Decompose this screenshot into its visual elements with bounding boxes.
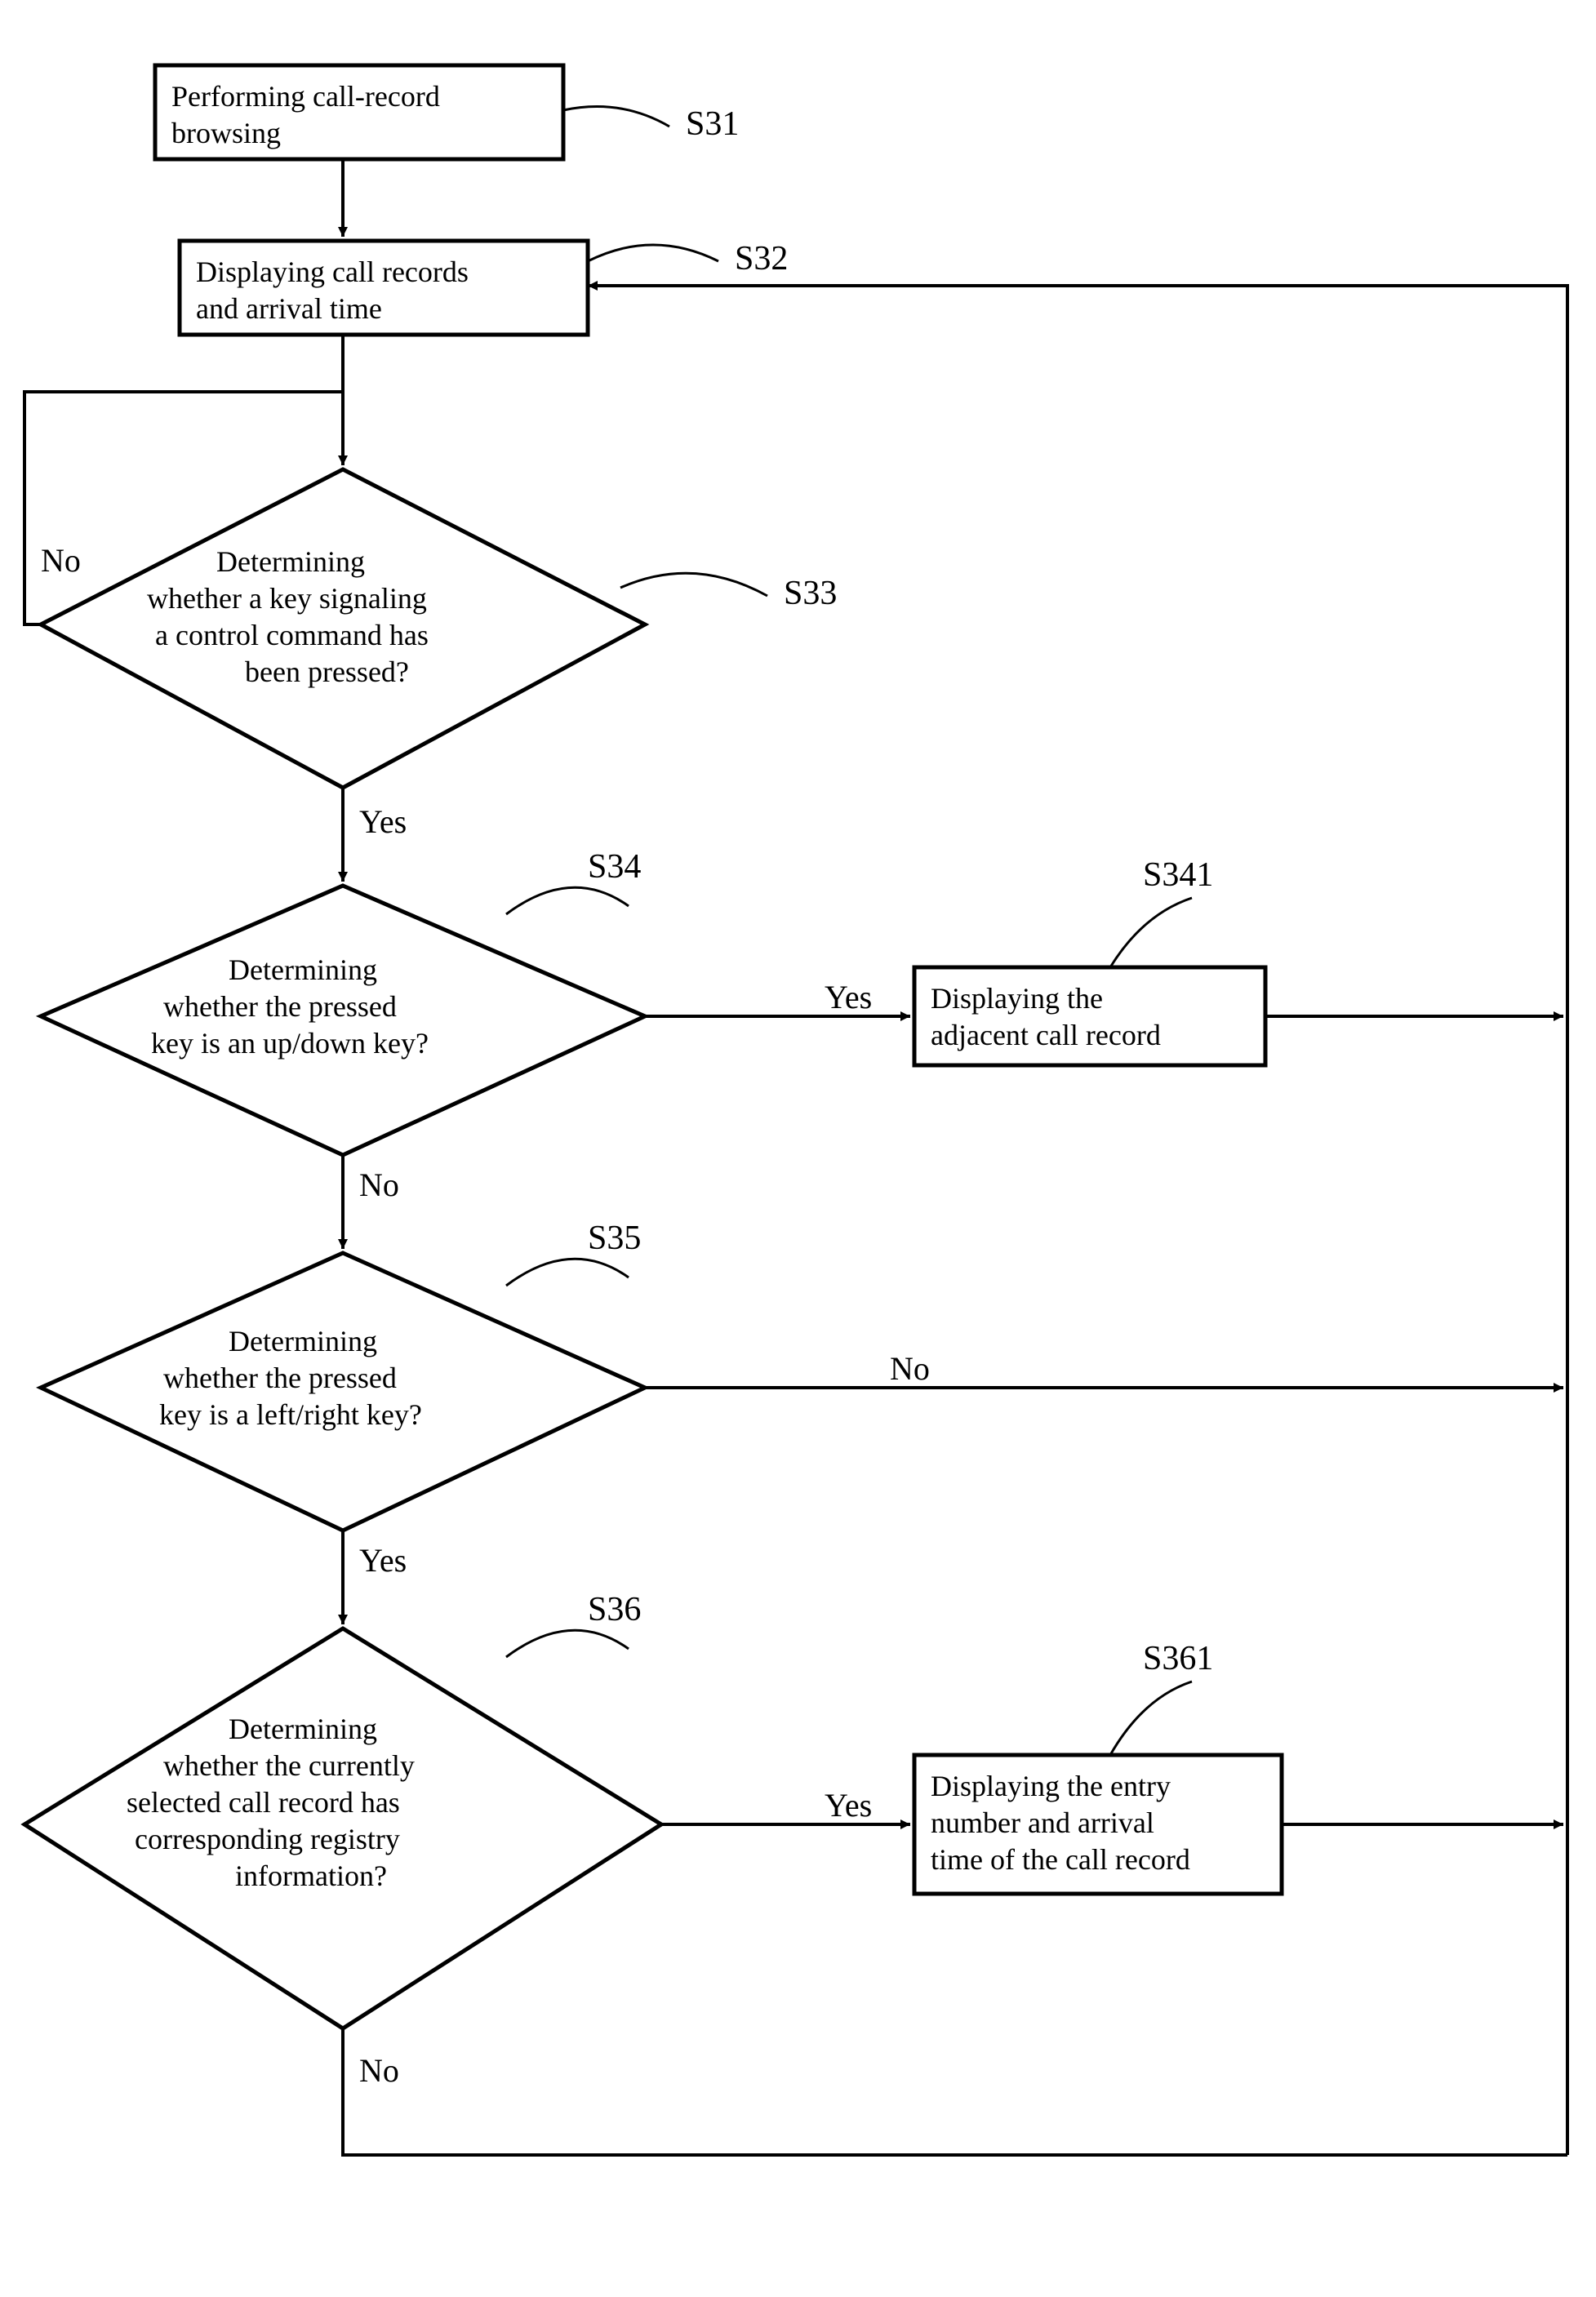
flowchart-diagram: Performing call-record browsing S31 Disp… xyxy=(16,16,1596,2281)
label-s341: S341 xyxy=(1143,856,1213,894)
node-s361-line2: number and arrival xyxy=(931,1806,1154,1839)
node-s35-line2: whether the pressed xyxy=(163,1362,397,1394)
node-s34-line3: key is an up/down key? xyxy=(151,1027,429,1060)
node-s31-line1: Performing call-record xyxy=(171,80,440,113)
node-s36-line1: Determining xyxy=(229,1713,377,1745)
node-s32-line1: Displaying call records xyxy=(196,255,469,288)
s36-no: No xyxy=(359,2052,399,2089)
node-s33-line4: been pressed? xyxy=(245,655,409,688)
node-s361-line1: Displaying the entry xyxy=(931,1770,1171,1802)
label-s36: S36 xyxy=(588,1591,641,1628)
label-s32: S32 xyxy=(735,240,788,278)
node-s32-line2: and arrival time xyxy=(196,292,382,325)
s34-no: No xyxy=(359,1166,399,1203)
label-s34: S34 xyxy=(588,848,641,886)
label-s35: S35 xyxy=(588,1220,641,1257)
node-s31-line2: browsing xyxy=(171,117,281,149)
label-s33: S33 xyxy=(784,575,837,612)
node-s341-line1: Displaying the xyxy=(931,982,1103,1015)
node-s36-line3: selected call record has xyxy=(127,1786,400,1819)
s34-yes: Yes xyxy=(825,979,872,1015)
label-s31: S31 xyxy=(686,105,739,143)
node-s36-line2: whether the currently xyxy=(163,1749,415,1782)
s33-no: No xyxy=(41,542,81,579)
leader-s34 xyxy=(506,887,629,914)
line-s36-no xyxy=(343,2028,1567,2155)
label-s361: S361 xyxy=(1143,1640,1213,1677)
node-s34-line2: whether the pressed xyxy=(163,990,397,1023)
s33-yes: Yes xyxy=(359,803,407,840)
node-s36-line4: corresponding registry xyxy=(135,1823,400,1855)
leader-s341 xyxy=(1110,898,1192,967)
leader-s35 xyxy=(506,1259,629,1286)
s35-no: No xyxy=(890,1350,930,1387)
s35-yes: Yes xyxy=(359,1542,407,1579)
node-s36-line5: information? xyxy=(235,1859,387,1892)
node-s34-line1: Determining xyxy=(229,953,377,986)
node-s35-line3: key is a left/right key? xyxy=(159,1398,422,1431)
leader-s36 xyxy=(506,1630,629,1657)
leader-s33 xyxy=(620,573,767,596)
node-s33-line3: a control command has xyxy=(155,619,429,651)
leader-s361 xyxy=(1110,1682,1192,1755)
node-s361-line3: time of the call record xyxy=(931,1843,1190,1876)
node-s33-line2: whether a key signaling xyxy=(147,582,427,615)
leader-s32 xyxy=(588,245,718,261)
node-s33-line1: Determining xyxy=(216,545,365,578)
node-s341-line2: adjacent call record xyxy=(931,1019,1161,1051)
node-s35-line1: Determining xyxy=(229,1325,377,1357)
leader-s31 xyxy=(563,107,669,127)
s36-yes: Yes xyxy=(825,1787,872,1824)
